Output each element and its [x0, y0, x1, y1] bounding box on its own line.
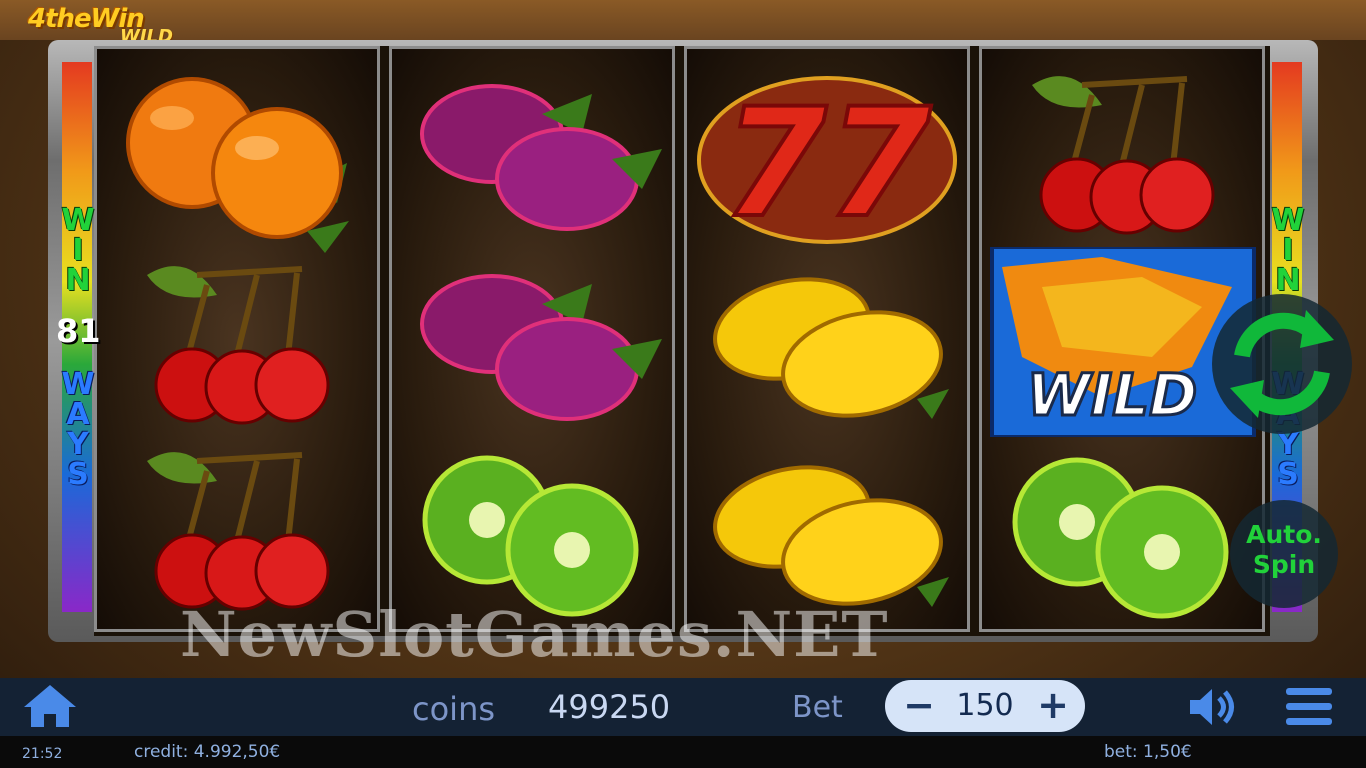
coins-value: 499250	[548, 688, 671, 726]
watermark: NewSlotGames.NET	[180, 598, 889, 671]
cherry-icon	[1032, 76, 1215, 235]
win-letter: I	[1282, 233, 1294, 268]
ways-letter: S	[67, 457, 89, 492]
win-letter: N	[1275, 263, 1301, 298]
win-letter: I	[72, 233, 84, 268]
win-letter: W	[1271, 203, 1305, 238]
ways-letter: A	[66, 397, 90, 432]
bet-value: 150	[956, 688, 1014, 723]
reel-3: 77	[684, 46, 970, 632]
speaker-icon	[1190, 689, 1234, 725]
ways-label-left: W A Y S	[58, 370, 98, 490]
control-bar	[0, 678, 1366, 736]
credit-display: credit: 4.992,50€	[134, 742, 281, 762]
plum-icon	[420, 84, 662, 231]
reels-area: 77 WILD	[94, 46, 1270, 636]
refresh-icon	[1230, 310, 1334, 418]
sound-button[interactable]	[1186, 684, 1242, 730]
cherry-icon	[147, 266, 330, 425]
home-button[interactable]	[22, 683, 78, 729]
home-icon	[24, 685, 76, 727]
seven-text: 77	[723, 77, 932, 251]
win-letter: W	[61, 203, 95, 238]
auto-spin-label-1: Auto.	[1246, 520, 1322, 549]
ways-letter: Y	[1277, 427, 1299, 462]
hamburger-menu-icon	[1286, 688, 1332, 725]
clock-time: 21:52	[22, 746, 63, 762]
ways-letter: S	[1277, 457, 1299, 492]
win-label-left: W I N	[58, 206, 98, 296]
ways-count-left: 81	[56, 312, 101, 350]
reel-2	[389, 46, 675, 632]
bet-selector: − 150 +	[885, 680, 1085, 732]
bet-increase-button[interactable]: +	[1033, 682, 1073, 728]
win-letter: N	[65, 263, 91, 298]
orange-icon	[126, 77, 349, 253]
reel-1	[94, 46, 380, 632]
seven-icon: 77	[697, 75, 957, 253]
wild-text: WILD	[1027, 361, 1198, 429]
bet-decrease-button[interactable]: −	[899, 682, 939, 728]
ways-letter: W	[61, 367, 95, 402]
menu-button[interactable]	[1284, 684, 1334, 730]
win-label-right: W I N	[1268, 206, 1308, 296]
coins-label: coins	[412, 690, 496, 728]
ways-letter: Y	[67, 427, 89, 462]
spin-button[interactable]	[1212, 294, 1352, 434]
top-strip	[0, 0, 1366, 40]
plum-icon	[420, 274, 662, 421]
status-bar: 21:52 credit: 4.992,50€ bet: 1,50€	[0, 736, 1366, 768]
bet-display: bet: 1,50€	[1104, 742, 1192, 762]
bet-label: Bet	[792, 690, 843, 725]
auto-spin-button[interactable]: Auto. Spin	[1230, 500, 1338, 608]
auto-spin-label-2: Spin	[1252, 550, 1316, 579]
lemon-icon	[713, 277, 949, 419]
